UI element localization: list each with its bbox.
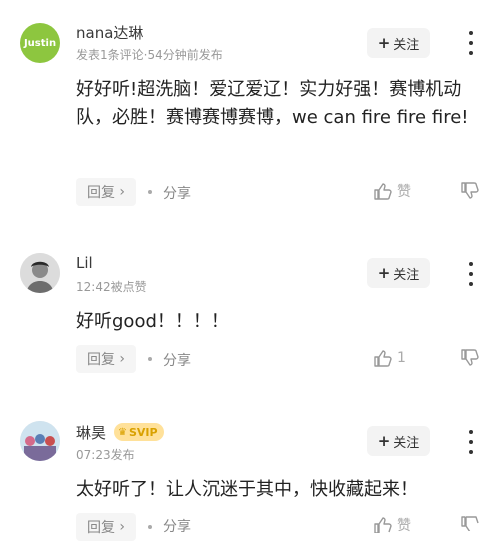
avatar[interactable]: [20, 421, 60, 461]
follow-button[interactable]: + 关注: [367, 258, 430, 288]
avatar[interactable]: [20, 253, 60, 293]
separator-dot: [148, 190, 152, 194]
share-button[interactable]: 分享: [163, 350, 191, 370]
avatar-text: Justin: [23, 37, 57, 49]
group-photo-icon: [20, 421, 60, 461]
user-name[interactable]: nana达琳: [76, 22, 143, 43]
share-button[interactable]: 分享: [163, 183, 191, 203]
reply-button[interactable]: 回复 ›: [76, 345, 136, 373]
user-name[interactable]: Lil: [76, 254, 93, 272]
separator-dot: [148, 357, 152, 361]
thumb-down-icon: [461, 349, 479, 366]
like-button[interactable]: 赞: [373, 515, 411, 535]
more-icon[interactable]: [466, 262, 476, 286]
more-icon[interactable]: [466, 31, 476, 55]
comment-meta: 12:42被点赞: [76, 280, 147, 294]
comment-text: 好好听!超洗脑！爱辽爱辽！实力好强！赛博机动队，必胜！赛博赛博赛博，we can…: [76, 79, 469, 128]
like-button[interactable]: 1: [373, 348, 406, 368]
avatar[interactable]: Justin: [20, 23, 60, 63]
crown-icon: ♛: [118, 426, 127, 438]
thumb-up-icon: [374, 350, 392, 367]
dislike-button[interactable]: [460, 181, 480, 205]
reply-button[interactable]: 回复 ›: [76, 178, 136, 206]
share-button[interactable]: 分享: [163, 516, 191, 536]
reply-button[interactable]: 回复 ›: [76, 513, 136, 541]
comment-text: 太好听了！让人沉迷于其中，快收藏起来！: [76, 479, 418, 500]
like-button[interactable]: 赞: [373, 181, 411, 201]
follow-button[interactable]: + 关注: [367, 426, 430, 456]
thumb-down-icon: [461, 516, 479, 533]
person-icon: [20, 253, 60, 293]
vip-badge: ♛ SVIP: [114, 423, 164, 441]
plus-icon: +: [377, 264, 391, 282]
dislike-button[interactable]: [460, 515, 480, 535]
thumb-up-icon: [374, 183, 392, 200]
comment-meta: 发表1条评论·54分钟前发布: [76, 48, 223, 62]
separator-dot: [148, 525, 152, 529]
plus-icon: +: [377, 432, 391, 450]
dislike-button[interactable]: [460, 348, 480, 372]
user-name[interactable]: 琳昊: [76, 422, 106, 443]
comment-text: 好听good！！！！: [76, 311, 229, 332]
comment-meta: 07:23发布: [76, 448, 135, 462]
thumb-down-icon: [461, 182, 479, 199]
follow-button[interactable]: + 关注: [367, 28, 430, 58]
more-icon[interactable]: [466, 430, 476, 454]
plus-icon: +: [377, 34, 391, 52]
